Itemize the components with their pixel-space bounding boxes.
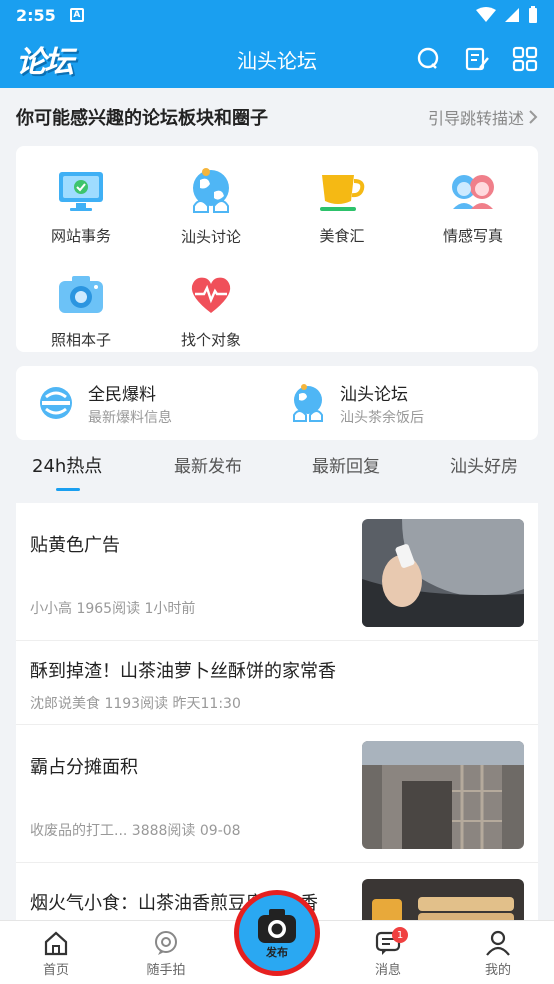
quick-item-forum[interactable]: 汕头论坛 汕头茶余饭后 [286, 366, 424, 440]
category-photo-book[interactable]: 照相本子 [16, 250, 146, 350]
tab-24h-hot[interactable]: 24h热点 [32, 452, 102, 478]
category-label: 美食汇 [319, 227, 365, 245]
feed-tabs: 24h热点 最新发布 最新回复 汕头好房 [0, 440, 554, 500]
broadcast-globe-icon [34, 381, 78, 425]
guide-link-label: 引导跳转描述 [427, 109, 524, 128]
publish-label: 发布 [266, 946, 288, 959]
category-label: 照相本子 [50, 331, 111, 349]
nav-label: 首页 [42, 963, 69, 978]
post-meta: 沈郎说美食 1193阅读 昨天11:30 [30, 696, 241, 712]
user-icon [486, 930, 510, 956]
post-thumbnail [362, 519, 524, 627]
quick-item-title: 汕头论坛 [340, 384, 408, 405]
post-thumbnail [362, 741, 524, 849]
status-bar: 2:55 A [0, 0, 554, 30]
post-feed: 贴黄色广告 小小高 1965阅读 1小时前 酥到掉渣！山茶油萝卜丝酥饼的家常香 … [16, 503, 538, 923]
post-title: 酥到掉渣！山茶油萝卜丝酥饼的家常香 [30, 661, 336, 682]
unread-badge: 1 [392, 927, 408, 943]
quick-item-title: 全民爆料 [88, 384, 156, 405]
grid-menu-icon[interactable] [512, 46, 538, 72]
nav-mine[interactable]: 我的 [458, 929, 538, 978]
post-title: 霸占分摊面积 [30, 757, 138, 778]
notification-a-icon: A [69, 8, 84, 22]
nav-snap[interactable]: 随手拍 [126, 929, 206, 978]
app-logo[interactable]: 论坛 [16, 37, 74, 81]
quick-item-subtitle: 最新爆料信息 [88, 409, 172, 426]
guide-link[interactable]: 引导跳转描述 [428, 105, 538, 129]
home-icon [44, 931, 68, 956]
nav-label: 我的 [484, 963, 511, 978]
category-find-partner[interactable]: 找个对象 [146, 250, 276, 350]
cup-icon [314, 166, 370, 215]
search-icon[interactable] [416, 46, 442, 72]
nav-label: 消息 [374, 963, 401, 978]
quick-item-subtitle: 汕头茶余饭后 [340, 409, 424, 426]
globe-icon [183, 166, 239, 216]
nav-home[interactable]: 首页 [16, 929, 96, 978]
wifi-icon [476, 7, 496, 22]
category-label: 汕头讨论 [180, 228, 241, 246]
post-item[interactable]: 酥到掉渣！山茶油萝卜丝酥饼的家常香 沈郎说美食 1193阅读 昨天11:30 [16, 641, 538, 725]
category-label: 找个对象 [180, 331, 241, 349]
category-grid: 网站事务 汕头讨论 美食汇 情感写真 照相本子 找个对象 [16, 146, 538, 352]
section-heading: 你可能感兴趣的论坛板块和圈子 [16, 108, 268, 129]
globe-icon [286, 381, 330, 425]
category-emotion[interactable]: 情感写真 [408, 146, 538, 246]
tab-latest-post[interactable]: 最新发布 [174, 452, 242, 477]
signal-icon [505, 8, 519, 22]
tab-good-house[interactable]: 汕头好房 [450, 452, 518, 477]
category-website-affairs[interactable]: 网站事务 [16, 146, 146, 246]
publish-button[interactable]: 发布 [234, 890, 320, 976]
category-food[interactable]: 美食汇 [277, 146, 407, 246]
post-thumbnail [362, 879, 524, 923]
status-time: 2:55 [16, 5, 56, 25]
quick-links: 全民爆料 最新爆料信息 汕头论坛 汕头茶余饭后 [16, 366, 538, 440]
edit-icon[interactable] [464, 46, 490, 72]
nav-messages[interactable]: 1 消息 [348, 927, 428, 978]
quick-item-report[interactable]: 全民爆料 最新爆料信息 [34, 366, 172, 440]
chat-camera-icon [155, 931, 177, 955]
category-shantou-discuss[interactable]: 汕头讨论 [146, 146, 276, 246]
camera-icon [53, 270, 109, 319]
camera-icon [258, 909, 296, 943]
category-label: 情感写真 [442, 227, 503, 245]
post-meta: 小小高 1965阅读 1小时前 [30, 601, 196, 617]
active-tab-indicator [56, 488, 80, 491]
post-item[interactable]: 贴黄色广告 小小高 1965阅读 1小时前 [16, 503, 538, 641]
couple-icon [445, 166, 501, 215]
heart-icon [183, 270, 239, 319]
nav-label: 随手拍 [146, 963, 186, 978]
monitor-icon [53, 166, 109, 215]
battery-icon [529, 6, 537, 23]
post-meta: 收废品的打工... 3888阅读 09-08 [30, 823, 241, 839]
tab-latest-reply[interactable]: 最新回复 [312, 452, 380, 477]
app-bar: 论坛 汕头论坛 [0, 30, 554, 88]
interest-section-header: 你可能感兴趣的论坛板块和圈子 引导跳转描述 [0, 88, 554, 146]
chevron-right-icon [529, 110, 538, 124]
post-item[interactable]: 霸占分摊面积 收废品的打工... 3888阅读 09-08 [16, 725, 538, 863]
post-title: 贴黄色广告 [30, 535, 120, 556]
category-label: 网站事务 [50, 227, 111, 245]
